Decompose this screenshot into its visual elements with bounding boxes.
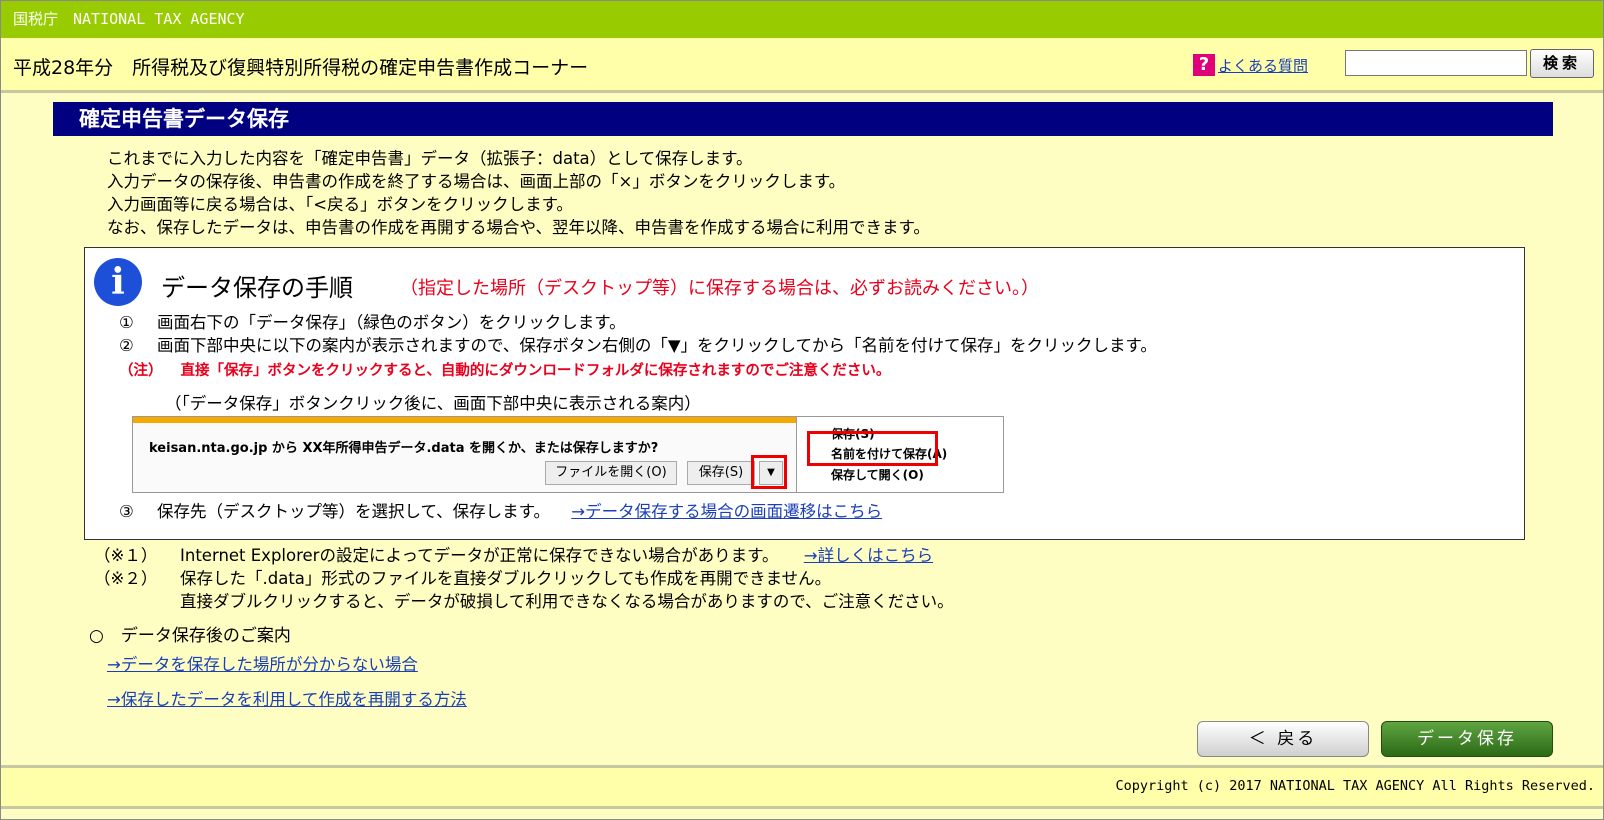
unknown-location-link[interactable]: →データを保存した場所が分からない場合 bbox=[107, 651, 418, 675]
faq-link[interactable]: よくある質問 bbox=[1218, 55, 1308, 76]
ie-menu-save-open: 保存して開く(O) bbox=[831, 468, 924, 482]
step-3: ③ 保存先（デスクトップ等）を選択して、保存します。 →データ保存する場合の画面遷… bbox=[119, 498, 882, 522]
save-procedure-box: i データ保存の手順 （指定した場所（デスクトップ等）に保存する場合は、必ずお読… bbox=[84, 247, 1525, 540]
note-tag: （※１） bbox=[94, 546, 158, 565]
warning-tag: （注） bbox=[119, 363, 163, 379]
note-tag: （※２） bbox=[94, 569, 158, 588]
agency-bar: 国税庁 NATIONAL TAX AGENCY bbox=[1, 1, 1603, 38]
step-text: 画面右下の「データ保存」（緑色のボタン）をクリックします。 bbox=[157, 313, 626, 332]
footer: Copyright (c) 2017 NATIONAL TAX AGENCY A… bbox=[1, 765, 1603, 809]
app-title: 平成28年分 所得税及び復興特別所得税の確定申告書作成コーナー bbox=[13, 57, 589, 79]
ie-save-button: 保存(S) bbox=[687, 461, 755, 485]
step-text: 画面下部中央に以下の案内が表示されますので、保存ボタン右側の「▼」をクリックして… bbox=[157, 336, 1157, 355]
step-text: 保存先（デスクトップ等）を選択して、保存します。 bbox=[157, 502, 551, 521]
ie-notification: keisan.nta.go.jp から XX年所得申告データ.data を開くか… bbox=[132, 416, 798, 493]
dropdown-highlight bbox=[751, 455, 787, 489]
note-2-continued: 直接ダブルクリックすると、データが破損して利用できなくなる場合がありますので、ご… bbox=[94, 590, 954, 613]
note-text: 直接ダブルクリックすると、データが破損して利用できなくなる場合がありますので、ご… bbox=[180, 592, 954, 611]
agency-name: 国税庁 NATIONAL TAX AGENCY bbox=[13, 10, 245, 28]
intro-line: なお、保存したデータは、申告書の作成を再開する場合や、翌年以降、申告書を作成する… bbox=[107, 218, 930, 237]
title-bar: 平成28年分 所得税及び復興特別所得税の確定申告書作成コーナー ? よくある質問… bbox=[1, 38, 1603, 93]
intro-line: 入力データの保存後、申告書の作成を終了する場合は、画面上部の「×」ボタンをクリッ… bbox=[107, 172, 846, 191]
search-button[interactable]: 検索 bbox=[1530, 49, 1594, 78]
intro-line: これまでに入力した内容を「確定申告書」データ（拡張子：data）として保存します… bbox=[107, 149, 753, 168]
step-number: ① bbox=[119, 313, 134, 332]
page: 国税庁 NATIONAL TAX AGENCY 平成28年分 所得税及び復興特別… bbox=[0, 0, 1604, 820]
ie-details-link[interactable]: →詳しくはこちら bbox=[804, 546, 933, 565]
ie-caption: （「データ保存」ボタンクリック後に、画面下部中央に表示される案内） bbox=[165, 394, 701, 413]
note-1: （※１） Internet Explorerの設定によってデータが正常に保存できな… bbox=[94, 544, 954, 567]
note-text: 保存した「.data」形式のファイルを直接ダブルクリックしても作成を再開できませ… bbox=[180, 569, 832, 588]
warning-text: 直接「保存」ボタンをクリックすると、自動的にダウンロードフォルダに保存されますの… bbox=[180, 363, 891, 379]
faq[interactable]: ? よくある質問 bbox=[1193, 54, 1308, 76]
procedure-title: データ保存の手順 bbox=[161, 274, 353, 302]
screen-transition-link[interactable]: →データ保存する場合の画面遷移はこちら bbox=[571, 502, 882, 521]
save-as-highlight bbox=[807, 431, 938, 466]
ie-open-button: ファイルを開く(O) bbox=[545, 461, 677, 485]
intro-text: これまでに入力した内容を「確定申告書」データ（拡張子：data）として保存します… bbox=[107, 147, 930, 239]
ie-question: keisan.nta.go.jp から XX年所得申告データ.data を開くか… bbox=[149, 441, 659, 456]
ie-accent-strip bbox=[133, 417, 797, 423]
copyright: Copyright (c) 2017 NATIONAL TAX AGENCY A… bbox=[1115, 778, 1595, 794]
note-2: （※２） 保存した「.data」形式のファイルを直接ダブルクリックしても作成を再開… bbox=[94, 567, 954, 590]
info-icon: i bbox=[94, 258, 142, 306]
step-2: ② 画面下部中央に以下の案内が表示されますので、保存ボタン右側の「▼」をクリックし… bbox=[119, 332, 1157, 356]
resume-method-link[interactable]: →保存したデータを利用して作成を再開する方法 bbox=[107, 686, 467, 710]
question-icon: ? bbox=[1193, 54, 1215, 76]
section-title: 確定申告書データ保存 bbox=[53, 102, 1553, 136]
step-number: ③ bbox=[119, 502, 134, 521]
note-text: Internet Explorerの設定によってデータが正常に保存できない場合が… bbox=[180, 546, 779, 565]
procedure-note: （指定した場所（デスクトップ等）に保存する場合は、必ずお読みください。） bbox=[400, 278, 1039, 299]
save-data-button[interactable]: データ保存 bbox=[1381, 721, 1553, 757]
intro-line: 入力画面等に戻る場合は、「<戻る」ボタンをクリックします。 bbox=[107, 195, 573, 214]
ie-download-bar-image: keisan.nta.go.jp から XX年所得申告データ.data を開くか… bbox=[132, 416, 1006, 493]
back-button[interactable]: ＜ 戻る bbox=[1197, 721, 1369, 757]
step-number: ② bbox=[119, 336, 134, 355]
after-save-title: ○ データ保存後のご案内 bbox=[89, 626, 291, 646]
search-input[interactable] bbox=[1345, 50, 1527, 76]
notes: （※１） Internet Explorerの設定によってデータが正常に保存できな… bbox=[94, 544, 954, 613]
warning-note: （注） 直接「保存」ボタンをクリックすると、自動的にダウンロードフォルダに保存され… bbox=[119, 359, 908, 380]
step-1: ① 画面右下の「データ保存」（緑色のボタン）をクリックします。 bbox=[119, 309, 626, 333]
